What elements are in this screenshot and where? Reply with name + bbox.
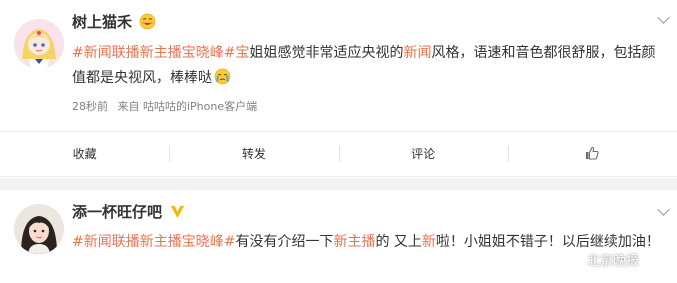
like-button[interactable] <box>507 144 677 164</box>
wechat-icon <box>563 252 583 267</box>
cry-emoji-icon <box>214 68 231 85</box>
feed-separator <box>0 178 677 190</box>
watermark: 北京晚报 <box>563 250 639 269</box>
avatar[interactable] <box>14 204 64 254</box>
keyword-highlight: 新 <box>421 234 436 250</box>
avatar-illustration-icon <box>14 19 64 69</box>
username[interactable]: 添一杯旺仔吧 <box>72 201 186 222</box>
verified-badge-icon <box>171 205 185 219</box>
keyword-highlight: 新主播 <box>333 234 376 250</box>
hashtag-link[interactable]: #新闻联播新主播宝晓峰# <box>72 234 235 250</box>
post-meta: 28秒前 来自 咕咕咕的iPhone客户端 <box>72 98 263 114</box>
chevron-down-icon[interactable] <box>657 11 670 24</box>
like-icon[interactable] <box>585 146 599 160</box>
avatar[interactable] <box>14 19 64 69</box>
smile-emoji-icon <box>139 13 156 30</box>
post-action-bar: 收藏 转发 评论 <box>0 131 677 177</box>
keyword-highlight: 宝 <box>235 45 250 61</box>
forward-button[interactable]: 转发 <box>169 144 338 164</box>
post-card: 树上猫禾 #新闻联播新主播宝晓峰#宝姐姐感觉非常适应央视的新闻风格，语速和音色都… <box>0 0 677 131</box>
post-source: 来自 咕咕咕的iPhone客户端 <box>117 100 258 113</box>
timestamp[interactable]: 28秒前 <box>72 100 108 113</box>
post-text-segment: 姐姐感觉非常适应央视的 <box>249 45 404 61</box>
hashtag-link[interactable]: #新闻联播新主播宝晓峰# <box>72 45 235 61</box>
username[interactable]: 树上猫禾 <box>72 11 156 32</box>
post-text-segment: 啦！小姐姐不错子！以后继续加油！ <box>435 234 660 250</box>
keyword-highlight: 新闻 <box>403 45 432 61</box>
avatar-photo-icon <box>14 204 64 254</box>
comment-button[interactable]: 评论 <box>338 144 508 164</box>
post-text-segment: 的 又上 <box>375 234 422 250</box>
collect-button[interactable]: 收藏 <box>0 144 169 164</box>
post-text: #新闻联播新主播宝晓峰#宝姐姐感觉非常适应央视的新闻风格，语速和音色都很舒服，包… <box>72 41 662 91</box>
post-text-segment: 有没有介绍一下 <box>235 234 334 250</box>
